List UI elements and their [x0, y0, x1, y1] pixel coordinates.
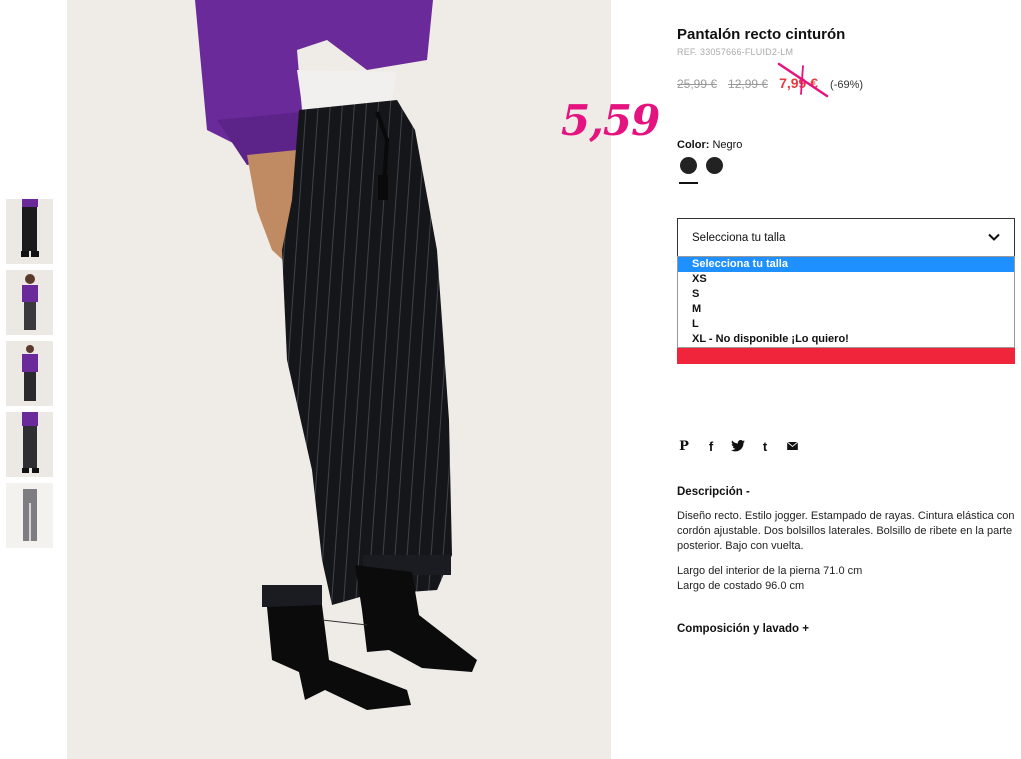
composition-toggle[interactable]: Composición y lavado + [677, 623, 809, 635]
color-label: Color: [677, 139, 710, 151]
product-image [67, 0, 611, 759]
thumbnail-1[interactable] [6, 199, 53, 264]
pinterest-icon[interactable]: P [677, 439, 691, 454]
size-option-l[interactable]: L [678, 317, 1014, 332]
description-text: Diseño recto. Estilo jogger. Estampado d… [677, 510, 1015, 552]
color-value: Negro [712, 139, 743, 151]
handwritten-price-annotation: 5,59 [561, 96, 660, 145]
original-price: 25,99 € [677, 77, 718, 91]
share-icons: P f t [677, 439, 799, 454]
size-option-s[interactable]: S [678, 287, 1014, 302]
thumbnail-2[interactable] [6, 270, 53, 335]
facebook-icon[interactable]: f [704, 439, 718, 454]
twitter-icon[interactable] [731, 439, 745, 453]
chevron-down-icon [988, 233, 1000, 241]
side-length: Largo de costado 96.0 cm [677, 580, 805, 592]
size-dropdown-list: Selecciona tu talla XS S M L XL - No dis… [677, 256, 1015, 348]
discount-badge: (-69%) [830, 79, 864, 91]
inseam-length: Largo del interior de la pierna 71.0 cm [677, 565, 863, 577]
previous-price: 12,99 € [728, 77, 769, 91]
product-title: Pantalón recto cinturón [677, 26, 846, 43]
color-swatch-1[interactable] [679, 157, 698, 184]
thumbnail-3[interactable] [6, 341, 53, 406]
size-option-xs[interactable]: XS [678, 272, 1014, 287]
size-option-m[interactable]: M [678, 302, 1014, 317]
mail-icon[interactable] [785, 439, 799, 453]
color-swatches [679, 157, 723, 184]
sale-price: 7,99 € [777, 62, 829, 98]
sale-price-value: 7,99 € [779, 75, 819, 91]
thumbnail-strip [6, 199, 53, 554]
description-toggle[interactable]: Descripción - [677, 486, 750, 498]
price-row: 25,99 € 12,99 € 7,99 € (-69%) [677, 62, 864, 98]
size-select-value: Selecciona tu talla [692, 232, 786, 244]
color-swatch-2[interactable] [706, 157, 723, 174]
thumbnail-5[interactable] [6, 483, 53, 548]
thumbnail-4[interactable] [6, 412, 53, 477]
size-option-xl[interactable]: XL - No disponible ¡Lo quiero! [678, 332, 1014, 347]
color-row: Color: Negro [677, 139, 742, 151]
measurements: Largo del interior de la pierna 71.0 cm … [677, 564, 1015, 594]
product-ref: REF. 33057666-FLUID2-LM [677, 47, 794, 57]
size-option-placeholder[interactable]: Selecciona tu talla [678, 257, 1014, 272]
tumblr-icon[interactable]: t [758, 439, 772, 454]
size-select[interactable]: Selecciona tu talla [677, 218, 1015, 257]
